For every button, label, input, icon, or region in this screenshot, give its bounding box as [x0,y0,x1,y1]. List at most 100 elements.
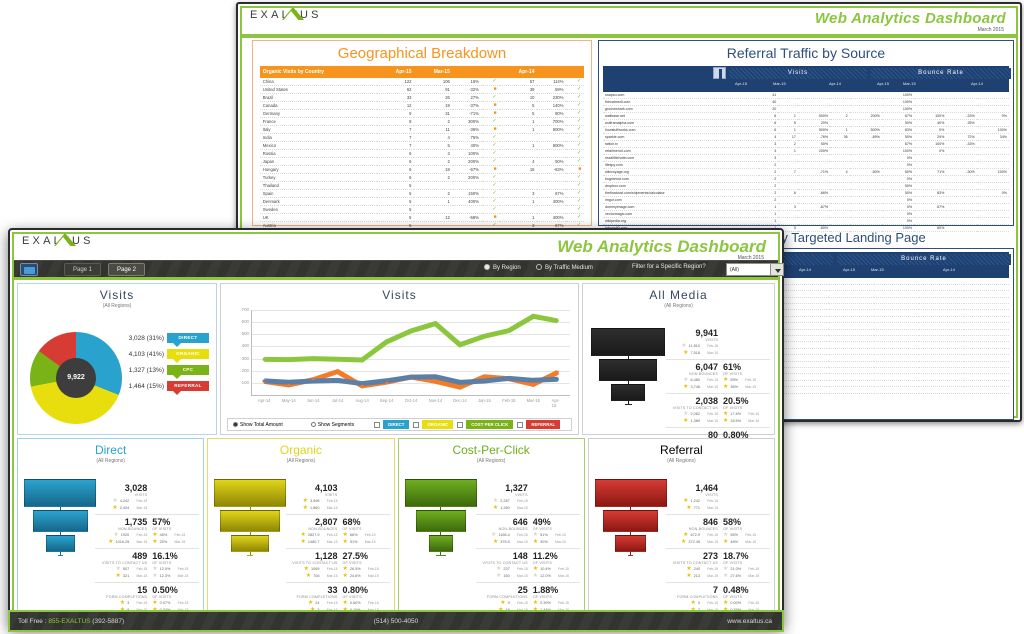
geo-panel-title: Geographical Breakdown [337,45,507,62]
table-cell: ✓ [566,133,585,142]
segment-toggle[interactable]: DIRECT [374,420,410,429]
segment-chips: DIRECT ORGANIC COST PER CLICK REFERRAL [374,420,561,429]
segment-checkbox[interactable] [517,421,524,428]
region-filter-select[interactable]: (All) [726,263,784,276]
comparison-value: 672.9 [690,533,700,537]
stat-block: 4,103 VISITS ★ 3,998 Feb-15 ★ 1,860 Mar-15 [286,481,390,514]
comparison-percent: 21.0% [730,567,742,571]
sort-icon[interactable] [713,67,726,79]
table-cell: 59% [537,85,567,94]
stat-percent-caption: OF VISITS [723,406,743,410]
segment-checkbox[interactable] [413,421,420,428]
geo-col-mar15: Mar-15 [414,66,453,78]
segment-toggle[interactable]: REFERRAL [517,420,561,429]
donut-legend: 3,028 (31%) DIRECT 4,103 (41%) ORGANIC 1,327… [122,330,212,395]
table-cell [976,147,1009,155]
table-cell [499,205,538,214]
star-icon: ★ [683,411,689,417]
radio-show-segments[interactable]: Show Segments [310,421,354,428]
back-window-header: EXALTUS Web Analytics Dashboard March 20… [242,7,1016,34]
segment-toggle[interactable]: COST PER CLICK [457,420,514,429]
referral-sub-bounce-mar15: Mar-15 [903,81,916,86]
stat-percent-column: 11.2% OF VISITS ★ 10.4% Feb-15 ★ 12.0% Mar-15 [528,551,580,579]
media-stats: 3,028 VISITS ★ 4,242 Feb-15 ★ 2,404 Mar-15 1,735… [95,481,200,616]
table-cell: ■ [481,85,500,94]
table-row: grooveshark.com 20 100% [603,105,1009,113]
segment-checkbox[interactable] [374,421,381,428]
back-window-title: Web Analytics Dashboard [814,10,1006,27]
stat-comparison: ★ 24 Feb-15 [286,600,338,606]
table-cell: -76% [797,133,831,141]
data-point [532,383,535,386]
media-panel-title: Cost-Per-Click [452,443,530,457]
segment-toggle[interactable]: ORGANIC [413,420,454,429]
comparison-month: Feb-15 [707,567,718,571]
funnel-bar [435,555,446,556]
tab-page-1[interactable]: Page 1 [64,263,102,276]
chip-tail [173,359,181,363]
table-cell: 400% [537,197,567,206]
table-cell: 7 [778,168,798,176]
data-point [483,375,486,379]
geo-col-flag2 [566,66,585,78]
stat-comparison: ★ 1,280 Mar-15 [476,505,528,511]
comparison-value: 1920 [120,533,130,537]
table-cell: ✓ [566,78,585,86]
table-cell: bugmenot.com [603,175,759,183]
main-dashboard-window[interactable]: EXALTUS Web Analytics Dashboard March 20… [8,228,784,628]
footer-website[interactable]: www.exaltus.ca [727,618,772,625]
comparison-month: Mar-15 [326,540,338,544]
table-cell: 400% [537,213,567,222]
table-cell: 12 [376,101,415,110]
star-icon: ★ [496,573,502,579]
stat-value: 489 [132,551,148,561]
segment-checkbox[interactable] [457,421,464,428]
media-stats: 4,103 VISITS ★ 3,998 Feb-15 ★ 1,860 Mar-15 2,807… [285,481,390,616]
star-icon: ★ [108,539,114,545]
table-cell: 100% [914,140,947,148]
radio-label-traffic: By Traffic Medium [545,265,593,271]
footer-phone: (514) 500-4050 [373,618,419,625]
table-cell: 57 [499,78,538,86]
table-cell: 67% [881,140,915,148]
star-icon: ★ [496,566,502,572]
funnel-bar [594,479,667,507]
star-icon: ★ [723,532,729,538]
table-cell [778,196,798,204]
data-point [336,370,339,373]
excel-icon[interactable] [20,263,38,276]
funnel-bar [231,535,270,552]
table-cell [830,182,850,190]
stat-caption: FORM COMPLETIONS [486,595,528,599]
stat-percent-caption: OF VISITS [723,527,743,531]
table-cell: 1 [830,126,850,134]
radio-by-region[interactable]: By Region [484,264,521,271]
table-cell: 500% [797,126,831,134]
stat-percent-caption: OF VISITS [532,561,552,565]
radio-by-traffic-medium[interactable]: By Traffic Medium [536,264,593,271]
radio-show-total[interactable]: Show Total Amount [233,421,283,428]
table-cell: 200% [849,112,882,120]
table-cell: 100% [881,98,915,106]
table-cell: 1 [758,203,779,211]
table-row: sparkle.com 4 17 -76% 36 -89% 50% 29% 72% 34% [603,133,1009,141]
comparison-value: 2,062 [690,412,700,416]
comparison-percent: 27.6% [730,574,742,578]
front-window-inner: EXALTUS Web Analytics Dashboard March 20… [12,232,784,624]
table-cell: 6 [376,157,415,166]
x-axis-tick: Aug-14 [355,398,369,403]
table-cell: 26 [414,93,453,102]
data-point [458,381,462,384]
table-cell [830,217,850,225]
data-point [409,375,413,379]
table-cell [976,210,1009,218]
chevron-down-icon[interactable] [770,264,783,275]
stat-value-column: 273 VISITS TO CONTACT US ★ 240 Feb-15 ★ 213 Mar… [666,551,718,579]
line-chart-svg [252,310,570,395]
table-cell: 0% [881,161,915,169]
visits-line-title: Visits [382,288,417,302]
table-row: imgur.com 2 0% [603,196,1009,204]
referral-sub-visits-apr14: Apr-14 [829,81,842,86]
tab-page-2[interactable]: Page 2 [108,263,146,276]
stat-caption: FORM COMPLETIONS [106,595,148,599]
